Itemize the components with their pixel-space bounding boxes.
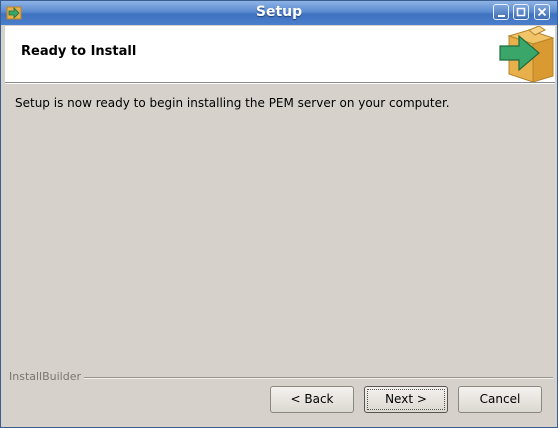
minimize-icon xyxy=(498,15,505,17)
maximize-icon xyxy=(516,7,526,17)
close-icon xyxy=(537,7,547,17)
minimize-button[interactable] xyxy=(493,4,509,20)
cancel-button[interactable]: Cancel xyxy=(458,386,542,413)
header-panel: Ready to Install xyxy=(5,25,555,83)
setup-window: Setup Ready to Install Setup is now read… xyxy=(0,0,558,428)
ready-message: Setup is now ready to begin installing t… xyxy=(15,96,450,110)
maximize-button[interactable] xyxy=(513,4,529,20)
window-title: Setup xyxy=(255,4,303,20)
box-arrow-icon xyxy=(495,25,555,83)
installbuilder-label: InstallBuilder xyxy=(9,370,85,383)
next-button[interactable]: Next > xyxy=(364,386,448,413)
page-title: Ready to Install xyxy=(21,44,137,59)
close-button[interactable] xyxy=(534,4,550,20)
title-bar[interactable]: Setup xyxy=(1,1,557,25)
back-button[interactable]: < Back xyxy=(270,386,354,413)
